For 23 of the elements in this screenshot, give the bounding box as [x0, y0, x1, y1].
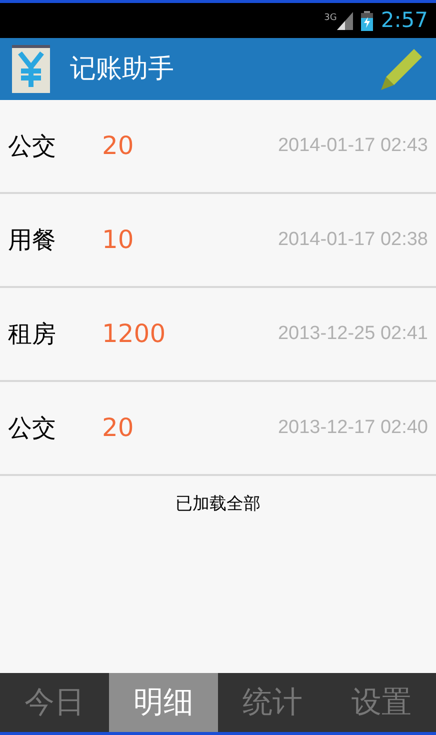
record-row[interactable]: 用餐 10 2014-01-17 02:38	[0, 194, 436, 288]
time-label: 2014-01-17 02:43	[278, 134, 428, 158]
category-label: 用餐	[8, 225, 57, 256]
signal-icon	[336, 12, 353, 30]
time-label: 2014-01-17 02:38	[278, 228, 428, 252]
amount-label: 10	[102, 224, 134, 256]
category-label: 公交	[8, 413, 57, 444]
record-row[interactable]: 公交 20 2014-01-17 02:43	[0, 100, 436, 194]
battery-icon	[360, 10, 373, 30]
category-label: 租房	[8, 319, 57, 350]
time-label: 2013-12-17 02:40	[278, 416, 428, 440]
load-complete-text: 已加载全部	[176, 493, 260, 516]
category-label: 公交	[8, 131, 57, 162]
amount-label: 1200	[102, 318, 166, 350]
network-label: 3G	[324, 12, 337, 25]
clock: 2:57	[380, 6, 428, 34]
record-row[interactable]: 租房 1200 2013-12-25 02:41	[0, 288, 436, 382]
time-label: 2013-12-25 02:41	[278, 322, 428, 346]
amount-label: 20	[102, 412, 134, 444]
app-title: 记账助手	[70, 52, 174, 86]
yen-receipt-icon[interactable]	[12, 45, 50, 93]
record-row[interactable]: 公交 20 2013-12-17 02:40	[0, 382, 436, 476]
amount-label: 20	[102, 130, 134, 162]
